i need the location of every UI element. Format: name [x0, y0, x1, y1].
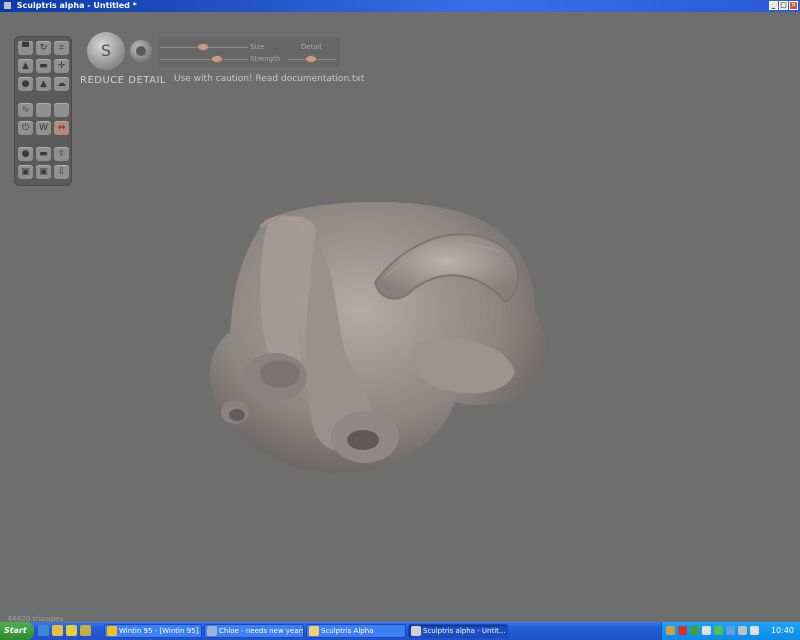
ie-quicklaunch-icon[interactable] — [38, 625, 49, 636]
mail-quicklaunch-icon[interactable] — [80, 625, 91, 636]
taskbar-item-icon — [207, 626, 217, 636]
crop-tool[interactable]: ⌗ — [54, 41, 69, 55]
taskbar-item-icon — [411, 626, 421, 636]
tray-tool-icon[interactable] — [666, 626, 675, 635]
rotate-tool[interactable]: ↻ — [36, 41, 51, 55]
tray-network-icon[interactable] — [690, 626, 699, 635]
maximize-button[interactable]: □ — [779, 1, 788, 10]
app-icon — [4, 2, 11, 9]
taskbar-item-icon — [309, 626, 319, 636]
power-tool[interactable]: ⏻ — [18, 121, 33, 135]
tool-caution-text: Use with caution! Read documentation.txt — [174, 74, 365, 84]
wave-tool[interactable]: W — [36, 121, 51, 135]
cloud-tool[interactable]: ☁ — [54, 77, 69, 91]
sculpted-mesh[interactable] — [205, 202, 555, 482]
size-slider-knob[interactable] — [198, 44, 208, 50]
tray-monitor-icon[interactable] — [726, 626, 735, 635]
save-tool[interactable]: ▣ — [18, 165, 33, 179]
reduce-detail-tool[interactable]: ∿ — [18, 103, 33, 117]
brush-falloff-button[interactable] — [130, 40, 152, 62]
draw-tool[interactable]: ▀ — [18, 41, 33, 55]
size-label: Size — [250, 43, 265, 51]
detail-slider-knob[interactable] — [306, 56, 316, 62]
taskbar: Start Wintin 95 - [Wintin 95] Chloe - nee… — [0, 622, 800, 640]
taskbar-item-label: Sculptris Alpha — [321, 627, 374, 635]
window-titlebar[interactable]: Sculptris alpha - Untitled * _ □ ✕ — [0, 0, 800, 12]
detail-label: Detail — [301, 43, 322, 51]
inflate-tool[interactable]: ▲ — [18, 59, 33, 73]
tray-clock-icon[interactable] — [702, 626, 711, 635]
blank-tool-b[interactable] — [54, 103, 69, 117]
taskbar-item-label: Chloe - needs new years... — [219, 627, 304, 635]
tray-update-icon[interactable] — [714, 626, 723, 635]
mound-tool[interactable]: ▲ — [36, 77, 51, 91]
explorer-quicklaunch-icon[interactable] — [52, 625, 63, 636]
start-button[interactable]: Start — [0, 622, 34, 640]
close-button[interactable]: ✕ — [789, 1, 798, 10]
blank-tool-a[interactable] — [36, 103, 51, 117]
taskbar-clock: 10:40 — [770, 626, 794, 635]
window-title: Sculptris alpha - Untitled * — [16, 1, 137, 10]
taskbar-item[interactable]: Sculptris Alpha — [306, 624, 406, 638]
tray-speaker-icon[interactable] — [750, 626, 759, 635]
figure-tool[interactable]: ● — [18, 77, 33, 91]
active-tool-name: REDUCE DETAIL — [80, 75, 166, 86]
brush-preview[interactable]: S — [87, 32, 125, 70]
brush-settings-panel: Size Detail Strength — [158, 37, 340, 67]
minimize-button[interactable]: _ — [769, 1, 778, 10]
strength-label: Strength — [250, 55, 281, 63]
strength-slider-knob[interactable] — [212, 56, 222, 62]
taskbar-item[interactable]: Chloe - needs new years... — [204, 624, 304, 638]
taskbar-item-label: Wintin 95 - [Wintin 95] — [119, 627, 199, 635]
system-tray: 10:40 — [661, 622, 800, 640]
taskbar-item[interactable]: Wintin 95 - [Wintin 95] — [104, 624, 202, 638]
sphere-tool[interactable]: ● — [18, 147, 33, 161]
symmetry-tool[interactable]: ⇔ — [54, 121, 69, 135]
tool-palette: ▀ ↻ ⌗ ▲ ▬ ✛ ● ▲ ☁ ∿ ⏻ W ⇔ ● ▬ ⇪ ▣ ▣ ⇩ — [14, 36, 72, 186]
tray-shield-icon[interactable] — [678, 626, 687, 635]
plane-tool[interactable]: ▬ — [36, 147, 51, 161]
taskbar-item-label: Sculptris alpha - Untit... — [423, 627, 506, 635]
load-tool[interactable]: ⇩ — [54, 165, 69, 179]
open-tool[interactable]: ▣ — [36, 165, 51, 179]
taskbar-item[interactable]: Sculptris alpha - Untit... — [408, 624, 508, 638]
messenger-quicklaunch-icon[interactable] — [66, 625, 77, 636]
tray-volume-icon[interactable] — [738, 626, 747, 635]
flatten-tool[interactable]: ▬ — [36, 59, 51, 73]
sculpt-viewport[interactable]: ▀ ↻ ⌗ ▲ ▬ ✛ ● ▲ ☁ ∿ ⏻ W ⇔ ● ▬ ⇪ ▣ ▣ ⇩ S Size Detail Streng… — [0, 12, 800, 623]
taskbar-item-icon — [107, 626, 117, 636]
export-tool[interactable]: ⇪ — [54, 147, 69, 161]
pinch-tool[interactable]: ✛ — [54, 59, 69, 73]
brush-glyph-icon: S — [100, 41, 112, 60]
window-controls: _ □ ✕ — [769, 1, 798, 10]
strength-slider-track[interactable] — [160, 59, 248, 60]
